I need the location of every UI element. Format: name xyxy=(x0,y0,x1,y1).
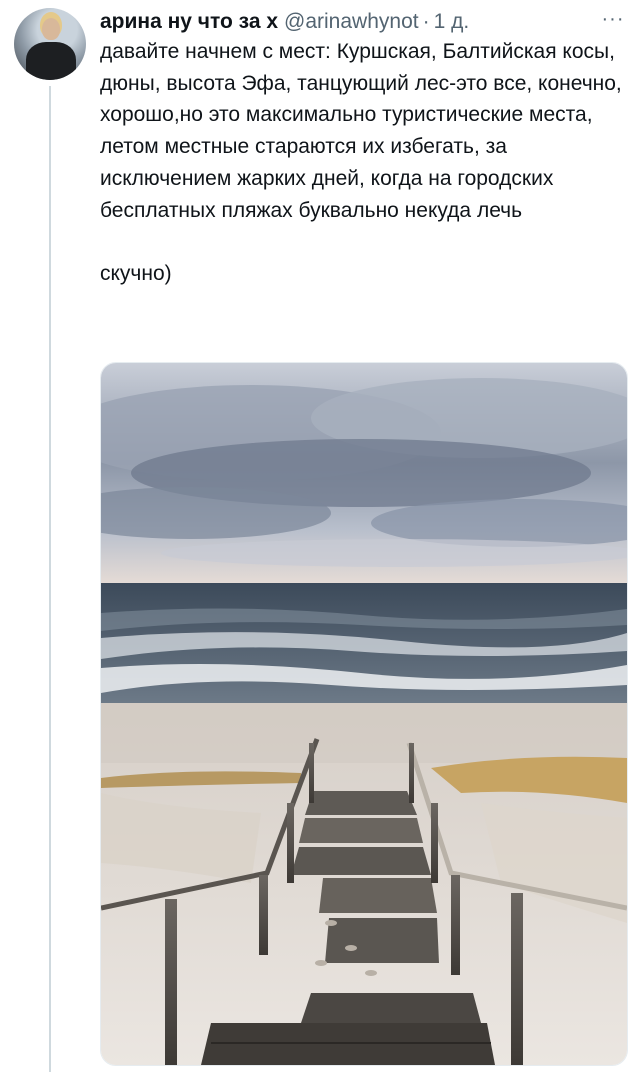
separator-dot: · xyxy=(422,10,430,33)
tweet-header: арина ну что за х @arinawhynot · 1 д. xyxy=(100,8,628,36)
avatar[interactable] xyxy=(14,8,86,80)
avatar-head xyxy=(42,18,60,40)
tweet-paragraph-2: скучно) xyxy=(100,261,172,285)
author-name[interactable]: арина ну что за х xyxy=(100,8,278,36)
tweet-paragraph-1: давайте начнем с мест: Куршская, Балтийс… xyxy=(100,40,622,222)
photo-beach-stairs-icon xyxy=(101,363,627,1065)
thread-line xyxy=(49,86,51,1072)
tweet-text: давайте начнем с мест: Куршская, Балтийс… xyxy=(100,36,628,290)
tweet-photo[interactable] xyxy=(100,362,628,1066)
more-options-icon[interactable]: ··· xyxy=(598,8,628,30)
avatar-body xyxy=(26,42,76,80)
author-handle[interactable]: @arinawhynot xyxy=(284,8,419,36)
timestamp[interactable]: 1 д. xyxy=(434,8,470,36)
